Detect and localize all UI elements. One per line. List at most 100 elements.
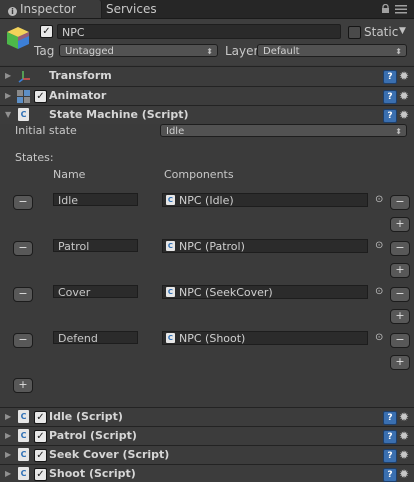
gameobject-header: ✓ NPC Static ▼ Tag Untagged ⬍ Layer Defau…	[0, 19, 414, 65]
fold-arrow-expanded-icon[interactable]: ▼	[5, 110, 11, 119]
layer-label: Layer	[225, 44, 259, 58]
gear-icon[interactable]: ✹	[399, 449, 409, 461]
component-name: Animator	[49, 89, 107, 102]
fold-arrow-icon[interactable]: ▶	[5, 91, 11, 100]
component-name: Seek Cover (Script)	[49, 448, 170, 461]
enabled-checkbox[interactable]: ✓	[34, 468, 47, 481]
states-label: States:	[15, 151, 54, 164]
active-checkbox[interactable]: ✓	[40, 25, 53, 38]
column-header-name: Name	[53, 168, 86, 181]
fold-arrow-icon[interactable]: ▶	[5, 469, 11, 478]
gear-icon[interactable]: ✹	[399, 90, 409, 102]
component-animator[interactable]: ▶ ✓ Animator ? ✹	[0, 86, 414, 106]
add-component-button[interactable]: +	[390, 355, 410, 370]
help-icon[interactable]: ?	[383, 411, 397, 425]
fold-arrow-icon[interactable]: ▶	[5, 431, 11, 440]
help-icon[interactable]: ?	[383, 468, 397, 482]
script-icon: C	[166, 287, 175, 297]
state-name-field[interactable]: Defend	[53, 331, 138, 345]
remove-state-button[interactable]: −	[13, 195, 33, 210]
animator-icon	[17, 90, 30, 103]
enabled-checkbox[interactable]: ✓	[34, 449, 47, 462]
add-state-button[interactable]: +	[13, 378, 33, 393]
remove-component-button[interactable]: −	[390, 287, 410, 302]
script-icon: C	[18, 467, 29, 480]
static-label: Static	[364, 25, 399, 39]
gear-icon[interactable]: ✹	[399, 411, 409, 423]
object-picker-icon[interactable]: ⊙	[375, 286, 383, 297]
remove-state-button[interactable]: −	[13, 287, 33, 302]
gear-icon[interactable]: ✹	[399, 70, 409, 82]
info-icon: i	[8, 7, 17, 16]
script-icon: C	[166, 333, 175, 343]
component-name: Idle (Script)	[49, 410, 123, 423]
help-icon[interactable]: ?	[383, 70, 397, 84]
component-shoot-script[interactable]: ▶ C ✓ Shoot (Script) ? ✹	[0, 464, 414, 482]
component-transform[interactable]: ▶ Transform ? ✹	[0, 66, 414, 86]
state-name-field[interactable]: Idle	[53, 193, 138, 207]
enabled-checkbox[interactable]: ✓	[34, 430, 47, 443]
script-icon: C	[18, 108, 29, 121]
script-icon: C	[166, 241, 175, 251]
state-component-field[interactable]: C NPC (SeekCover)	[162, 285, 368, 299]
gear-icon[interactable]: ✹	[399, 430, 409, 442]
enabled-checkbox[interactable]: ✓	[34, 411, 47, 424]
component-seek-cover-script[interactable]: ▶ C ✓ Seek Cover (Script) ? ✹	[0, 445, 414, 465]
script-icon: C	[18, 429, 29, 442]
initial-state-label: Initial state	[15, 124, 77, 137]
remove-state-button[interactable]: −	[13, 333, 33, 348]
add-component-button[interactable]: +	[390, 217, 410, 232]
help-icon[interactable]: ?	[383, 449, 397, 463]
object-picker-icon[interactable]: ⊙	[375, 240, 383, 251]
tab-inspector[interactable]: i Inspector	[0, 0, 102, 18]
remove-state-button[interactable]: −	[13, 241, 33, 256]
help-icon[interactable]: ?	[383, 430, 397, 444]
state-name-field[interactable]: Patrol	[53, 239, 138, 253]
object-picker-icon[interactable]: ⊙	[375, 332, 383, 343]
state-name-field[interactable]: Cover	[53, 285, 138, 299]
fold-arrow-icon[interactable]: ▶	[5, 71, 11, 80]
add-component-button[interactable]: +	[390, 263, 410, 278]
component-patrol-script[interactable]: ▶ C ✓ Patrol (Script) ? ✹	[0, 426, 414, 446]
script-icon: C	[18, 410, 29, 423]
dropdown-arrow-icon: ⬍	[395, 47, 402, 56]
name-field[interactable]: NPC	[57, 24, 341, 39]
tab-services[interactable]: Services	[106, 0, 157, 18]
script-icon: C	[18, 448, 29, 461]
gear-icon[interactable]: ✹	[399, 468, 409, 480]
fold-arrow-icon[interactable]: ▶	[5, 412, 11, 421]
tab-bar: i Inspector Services	[0, 0, 414, 19]
tag-dropdown[interactable]: Untagged ⬍	[59, 44, 218, 57]
state-component-field[interactable]: C NPC (Shoot)	[162, 331, 368, 345]
state-machine-body: Initial state Idle ⬍ States: Name Compone…	[0, 124, 414, 408]
add-component-button[interactable]: +	[390, 309, 410, 324]
help-icon[interactable]: ?	[383, 109, 397, 123]
state-component-field[interactable]: C NPC (Patrol)	[162, 239, 368, 253]
enabled-checkbox[interactable]: ✓	[34, 90, 47, 103]
static-dropdown-arrow[interactable]: ▼	[399, 26, 406, 36]
component-name: Patrol (Script)	[49, 429, 137, 442]
remove-component-button[interactable]: −	[390, 195, 410, 210]
layer-dropdown[interactable]: Default ⬍	[257, 44, 407, 57]
dropdown-arrow-icon: ⬍	[395, 127, 402, 136]
static-checkbox[interactable]	[348, 26, 361, 39]
dropdown-arrow-icon: ⬍	[206, 47, 213, 56]
tag-label: Tag	[34, 44, 55, 58]
fold-arrow-icon[interactable]: ▶	[5, 450, 11, 459]
menu-icon[interactable]	[395, 4, 407, 14]
help-icon[interactable]: ?	[383, 90, 397, 104]
component-name: State Machine (Script)	[49, 108, 189, 121]
component-state-machine[interactable]: ▼ C State Machine (Script) ? ✹	[0, 105, 414, 125]
gear-icon[interactable]: ✹	[399, 109, 409, 121]
column-header-components: Components	[164, 168, 234, 181]
component-idle-script[interactable]: ▶ C ✓ Idle (Script) ? ✹	[0, 407, 414, 427]
lock-icon[interactable]	[381, 3, 390, 14]
remove-component-button[interactable]: −	[390, 333, 410, 348]
remove-component-button[interactable]: −	[390, 241, 410, 256]
object-picker-icon[interactable]: ⊙	[375, 194, 383, 205]
transform-axes-icon	[18, 70, 31, 83]
script-icon: C	[166, 195, 175, 205]
initial-state-dropdown[interactable]: Idle ⬍	[160, 124, 407, 137]
state-component-field[interactable]: C NPC (Idle)	[162, 193, 368, 207]
component-name: Transform	[49, 69, 112, 82]
